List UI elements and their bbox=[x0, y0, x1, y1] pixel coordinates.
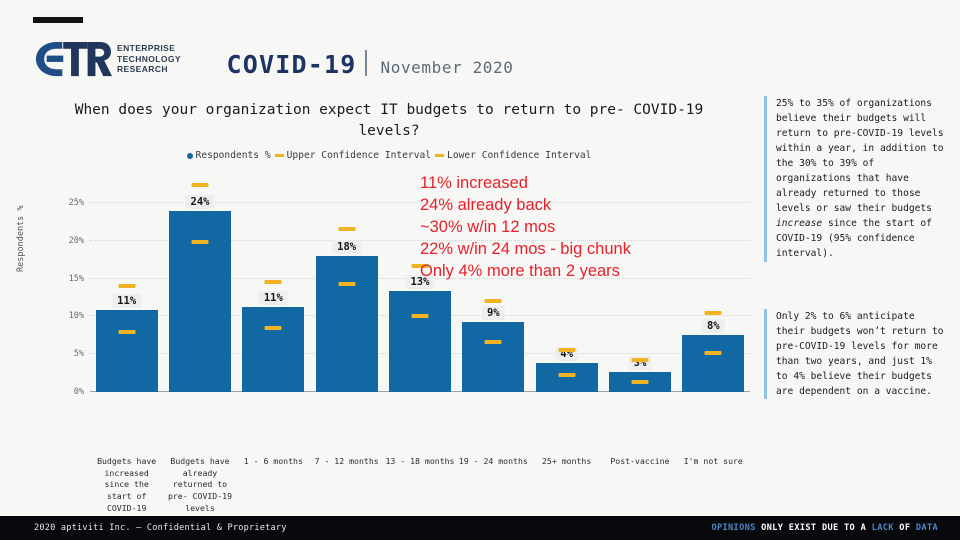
bar-value-label: 18% bbox=[332, 239, 362, 254]
footer-tagline-seg3: LACK bbox=[871, 523, 894, 533]
bar-group: 18% bbox=[310, 184, 383, 392]
legend-label-upper-ci: Upper Confidence Interval bbox=[286, 150, 432, 162]
x-axis-label: Budgets have already returned to pre- CO… bbox=[167, 456, 233, 513]
lower-confidence-marker bbox=[264, 326, 282, 331]
annotation-line: ~30% w/in 12 mos bbox=[420, 218, 556, 237]
lower-confidence-marker bbox=[484, 340, 502, 345]
lower-confidence-marker bbox=[704, 350, 722, 355]
chart-title: When does your organization expect IT bu… bbox=[74, 102, 704, 140]
insight-sidebar: 25% to 35% of organizations believe thei… bbox=[764, 96, 946, 399]
y-axis-tick: 15% bbox=[68, 273, 84, 284]
y-axis-title: Respondents % bbox=[16, 205, 26, 272]
insight-1-text-a: 25% to 35% of organizations believe thei… bbox=[776, 98, 944, 215]
red-annotation-block: 11% increased 24% already back ~30% w/in 1… bbox=[420, 172, 720, 283]
y-axis-tick: 25% bbox=[68, 197, 84, 208]
x-axis-labels: Budgets have increased since the start o… bbox=[90, 456, 750, 514]
insight-block-2: Only 2% to 6% anticipate their budgets w… bbox=[764, 308, 946, 399]
bar-value-label: 8% bbox=[701, 318, 725, 333]
legend-item-upper-ci[interactable]: Upper Confidence Interval bbox=[274, 150, 432, 162]
footer-tagline: OPINIONS ONLY EXIST DUE TO A LACK OF DAT… bbox=[711, 523, 938, 533]
bar-group: 11% bbox=[90, 184, 163, 392]
lower-confidence-marker bbox=[558, 372, 576, 377]
chart-legend: Respondents % Upper Confidence Interval … bbox=[18, 150, 760, 161]
bar[interactable]: 9% bbox=[462, 306, 525, 392]
footer-tagline-seg1: OPINIONS bbox=[711, 523, 756, 533]
y-axis-tick: 5% bbox=[73, 349, 84, 360]
report-date: November 2020 bbox=[380, 58, 514, 77]
slide-footer: 2020 aptiviti Inc. – Confidential & Prop… bbox=[0, 516, 960, 540]
x-axis-label: 7 - 12 months bbox=[314, 456, 379, 466]
bar-group: 11% bbox=[237, 184, 310, 392]
footer-tagline-seg2: ONLY EXIST DUE TO A bbox=[755, 523, 872, 533]
footer-tagline-seg4: OF bbox=[893, 523, 916, 533]
x-axis-label: 13 - 18 months bbox=[385, 456, 455, 466]
x-axis-label: Budgets have increased since the start o… bbox=[97, 456, 157, 513]
upper-confidence-marker bbox=[191, 182, 209, 187]
upper-confidence-marker bbox=[484, 299, 502, 304]
bar[interactable]: 11% bbox=[95, 294, 158, 392]
bar[interactable]: 24% bbox=[168, 195, 231, 392]
lower-confidence-marker bbox=[411, 313, 429, 318]
bar[interactable]: 11% bbox=[242, 290, 305, 392]
bar-group: 24% bbox=[163, 182, 236, 392]
bar[interactable]: 8% bbox=[682, 318, 745, 392]
bar-value-label: 11% bbox=[112, 294, 142, 309]
y-axis-tick: 10% bbox=[68, 311, 84, 322]
chart-panel: When does your organization expect IT bu… bbox=[16, 92, 760, 513]
bar[interactable]: 13% bbox=[388, 275, 451, 392]
lower-confidence-marker bbox=[118, 329, 136, 334]
page-title: COVID-19 bbox=[226, 50, 357, 79]
annotation-line: 11% increased bbox=[420, 174, 528, 192]
legend-item-respondents[interactable]: Respondents % bbox=[186, 150, 271, 162]
bar[interactable]: 4% bbox=[535, 346, 598, 392]
bar[interactable]: 3% bbox=[608, 355, 671, 392]
x-axis-label: 19 - 24 months bbox=[458, 456, 528, 466]
x-axis-label: 1 - 6 months bbox=[243, 456, 303, 466]
x-axis-label: 25+ months bbox=[541, 456, 592, 466]
y-axis-tick: 0% bbox=[73, 387, 84, 397]
y-axis-tick: 20% bbox=[68, 235, 84, 246]
bar[interactable]: 18% bbox=[315, 239, 378, 392]
x-axis-label: Post-vaccine bbox=[610, 456, 670, 466]
lower-confidence-marker bbox=[631, 380, 649, 385]
lower-confidence-marker bbox=[191, 240, 209, 245]
title-divider bbox=[365, 50, 368, 76]
lower-confidence-marker bbox=[338, 281, 356, 286]
annotation-line: 22% w/in 24 mos - big chunk bbox=[420, 240, 631, 259]
top-accent-tick bbox=[33, 17, 83, 23]
slide-header: COVID-19 November 2020 bbox=[0, 47, 740, 79]
legend-item-lower-ci[interactable]: Lower Confidence Interval bbox=[435, 150, 591, 161]
upper-confidence-marker bbox=[631, 358, 649, 363]
legend-dash-icon bbox=[274, 154, 284, 157]
insight-1-emphasis: increase bbox=[776, 218, 823, 230]
bar-value-label: 24% bbox=[185, 195, 215, 210]
bar-value-label: 9% bbox=[481, 306, 505, 321]
footer-copyright: 2020 aptiviti Inc. – Confidential & Prop… bbox=[34, 523, 287, 533]
legend-dash-icon bbox=[435, 154, 445, 157]
annotation-line: 24% already back bbox=[420, 196, 552, 215]
upper-confidence-marker bbox=[118, 284, 136, 289]
annotation-line: Only 4% more than 2 years bbox=[420, 262, 620, 281]
x-axis-label: I'm not sure bbox=[683, 456, 743, 466]
legend-label-respondents: Respondents % bbox=[195, 150, 271, 162]
footer-tagline-seg5: DATA bbox=[915, 523, 938, 533]
upper-confidence-marker bbox=[558, 347, 576, 352]
slide-root: ENTERPRISE TECHNOLOGY RESEARCH COVID-19 … bbox=[0, 0, 960, 540]
upper-confidence-marker bbox=[264, 280, 282, 285]
bar-value-label: 11% bbox=[258, 290, 288, 305]
upper-confidence-marker bbox=[338, 227, 356, 232]
upper-confidence-marker bbox=[704, 311, 722, 316]
legend-dot-icon bbox=[186, 152, 193, 159]
legend-label-lower-ci: Lower Confidence Interval bbox=[447, 150, 592, 162]
insight-block-1: 25% to 35% of organizations believe thei… bbox=[764, 96, 946, 262]
